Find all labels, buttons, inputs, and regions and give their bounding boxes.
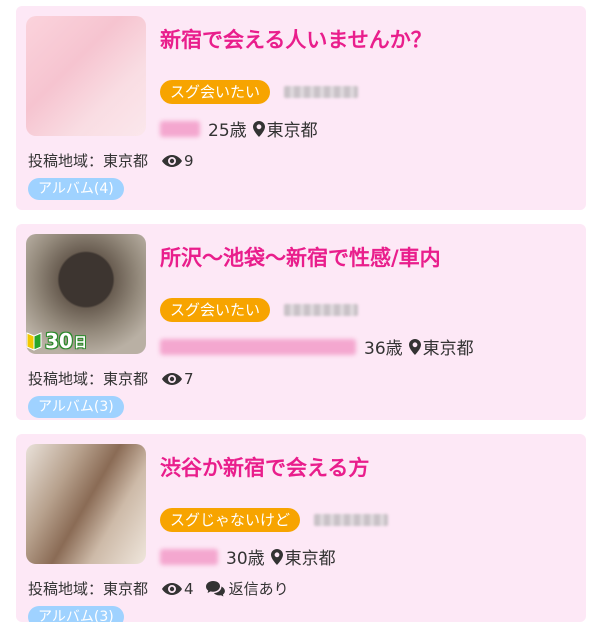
tag-row: スグ会いたい: [160, 298, 359, 322]
album-badge[interactable]: アルバム(3): [28, 606, 124, 622]
view-count: 7: [184, 369, 194, 388]
map-pin-icon: [270, 548, 283, 565]
eye-icon: [162, 582, 183, 595]
area-value: 東京都: [103, 152, 149, 170]
area-label: 投稿地域：: [28, 370, 104, 388]
days-badge: 30 日: [26, 328, 96, 354]
category-tag: スグ会いたい: [160, 298, 271, 322]
eye-icon: [162, 372, 183, 385]
user-info: 25歳 東京都: [160, 116, 318, 141]
blurred-timestamp: [284, 86, 359, 98]
category-tag: スグ会いたい: [160, 80, 271, 104]
album-badge[interactable]: アルバム(3): [28, 396, 124, 418]
post-title[interactable]: 渋谷か新宿で会える方: [160, 452, 576, 482]
blurred-username: [160, 338, 356, 355]
blurred-username: [160, 120, 200, 137]
blurred-timestamp: [284, 304, 359, 316]
eye-icon: [162, 154, 183, 167]
map-pin-icon: [408, 338, 421, 355]
post-meta: 投稿地域： 東京都 9: [28, 150, 194, 171]
days-unit: 日: [73, 335, 87, 351]
post-card[interactable]: 渋谷か新宿で会える方 スグじゃないけど 30歳 東京都 投稿地域： 東京都 4 …: [16, 434, 586, 622]
area-label: 投稿地域：: [28, 152, 104, 170]
reply-status: 返信あり: [228, 580, 289, 598]
post-title[interactable]: 所沢～池袋～新宿で性感/車内: [160, 242, 576, 272]
user-info: 36歳 東京都: [160, 334, 474, 359]
post-thumbnail[interactable]: [26, 444, 146, 564]
blurred-username: [160, 548, 218, 565]
blurred-timestamp: [314, 514, 389, 526]
area-label: 投稿地域：: [28, 580, 104, 598]
post-thumbnail[interactable]: 30 日: [26, 234, 146, 354]
chat-bubbles-icon: [205, 580, 225, 596]
beginner-leaf-icon: [26, 332, 42, 351]
post-card[interactable]: 新宿で会える人いませんか？ スグ会いたい 25歳 東京都 投稿地域： 東京都 9…: [16, 6, 586, 210]
post-list: 新宿で会える人いませんか？ スグ会いたい 25歳 東京都 投稿地域： 東京都 9…: [0, 0, 600, 622]
tag-row: スグじゃないけど: [160, 508, 389, 532]
days-number: 30: [45, 329, 73, 353]
user-location: 東京都: [422, 339, 474, 359]
area-value: 東京都: [103, 370, 149, 388]
area-value: 東京都: [103, 580, 149, 598]
post-meta: 投稿地域： 東京都 4 返信あり: [28, 578, 289, 599]
view-count: 4: [184, 579, 194, 598]
user-age: 36歳: [364, 339, 403, 359]
view-count: 9: [184, 151, 194, 170]
user-age: 30歳: [226, 549, 265, 569]
album-badge[interactable]: アルバム(4): [28, 178, 124, 200]
post-card[interactable]: 30 日 所沢～池袋～新宿で性感/車内 スグ会いたい 36歳 東京都 投稿地域：…: [16, 224, 586, 420]
user-location: 東京都: [284, 549, 336, 569]
post-meta: 投稿地域： 東京都 7: [28, 368, 194, 389]
tag-row: スグ会いたい: [160, 80, 359, 104]
post-title[interactable]: 新宿で会える人いませんか？: [160, 24, 576, 54]
post-thumbnail[interactable]: [26, 16, 146, 136]
blurred-photo: [26, 444, 146, 564]
user-location: 東京都: [266, 121, 318, 141]
user-info: 30歳 東京都: [160, 544, 336, 569]
map-pin-icon: [252, 120, 265, 137]
category-tag: スグじゃないけど: [160, 508, 301, 532]
blurred-photo: [26, 16, 146, 136]
user-age: 25歳: [208, 121, 247, 141]
